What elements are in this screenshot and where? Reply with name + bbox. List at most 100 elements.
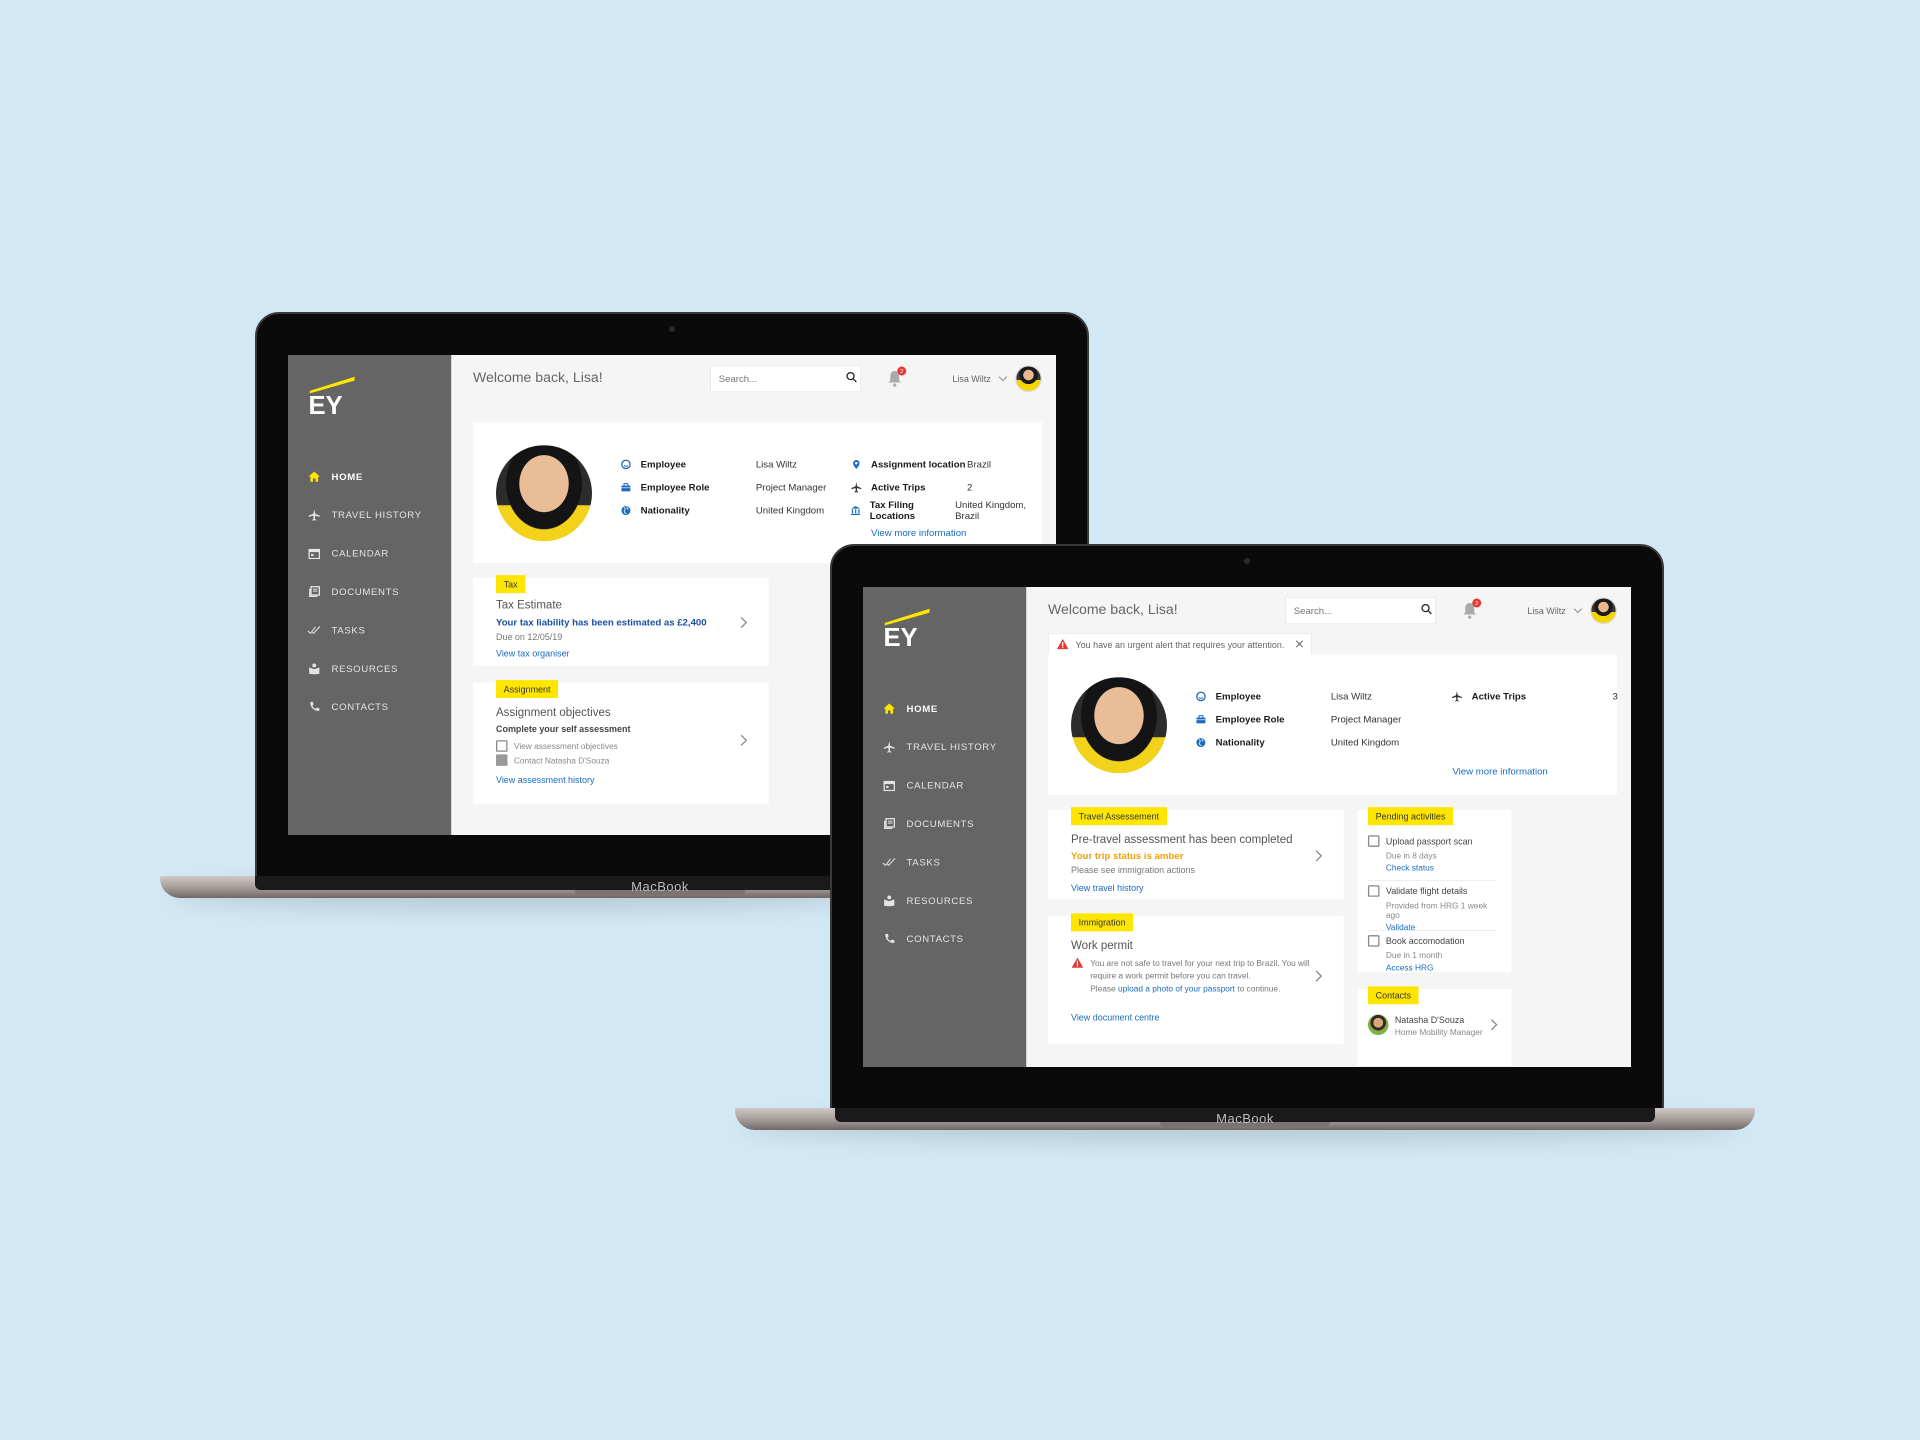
camera [669,326,675,332]
search-icon[interactable] [846,371,858,386]
chevron-right-icon[interactable] [1490,1017,1499,1032]
airplane-icon [851,482,863,494]
nav-item-documents[interactable]: DOCUMENTS [288,573,451,611]
notification-badge: 2 [897,366,907,376]
topbar: Welcome back, Lisa! 2 Lisa Wiltz [451,355,1056,405]
chevron-down-icon[interactable] [1573,606,1583,616]
info-row: Tax Filing Locations United Kingdom, Braz… [851,499,1042,522]
contacts-card: Contacts Natasha D'Souza Home Mobility M… [1357,986,1512,1066]
user-name: Lisa Wiltz [952,373,991,384]
access-hrg-link[interactable]: Access HRG [1386,963,1496,973]
info-value: Project Manager [755,482,827,493]
nav-item-resources[interactable]: RESOURCES [288,649,451,687]
nav-item-calendar[interactable]: CALENDAR [863,766,1026,804]
airplane-icon [306,507,323,524]
chevron-right-icon[interactable] [1314,848,1323,863]
pending-item-title: Book accomodation [1385,935,1465,947]
resources-icon [881,892,898,909]
smiley-icon [620,459,632,471]
view-travel-history-link[interactable]: View travel history [1071,883,1144,893]
sidebar: EY HOME TRAVEL HISTORY CALENDAR DOCUMENTS TA… [863,587,1027,1067]
avatar[interactable] [1015,365,1042,393]
location-pin-icon [851,459,863,471]
upload-passport-link[interactable]: upload a photo of your passport [1118,984,1235,994]
pending-item[interactable]: Upload passport scan Due in 8 days Check… [1367,835,1496,873]
nav-item-tasks[interactable]: TASKS [288,611,451,649]
nav-item-documents[interactable]: DOCUMENTS [863,805,1026,843]
view-tax-organiser-link[interactable]: View tax organiser [496,648,570,658]
chevron-right-icon[interactable] [739,733,748,748]
nav-item-travel-history[interactable]: TRAVEL HISTORY [863,728,1026,766]
tax-tag: Tax [496,575,526,594]
checkbox[interactable] [1367,935,1380,947]
nav-item-tasks[interactable]: TASKS [863,843,1026,881]
bell-icon[interactable]: 2 [1462,598,1482,620]
checkbox[interactable] [496,740,508,752]
tasks-icon [881,854,898,871]
contact-item[interactable]: Natasha D'Souza Home Mobility Manager [1367,1014,1483,1037]
user-menu[interactable]: Lisa Wiltz [1527,597,1617,625]
phone-icon [306,699,323,716]
search-box[interactable] [710,365,861,393]
documents-icon [306,583,323,600]
travel-sub: Please see immigration actions [1071,864,1196,875]
checkbox-checked[interactable] [496,754,508,766]
nav-item-home[interactable]: HOME [863,689,1026,727]
home-icon [306,468,323,485]
nav-item-label: CALENDAR [331,547,389,559]
info-row: Assignment location Brazil [851,453,1042,476]
pending-item-sub: Provided from HRG 1 week ago [1385,900,1488,920]
close-icon[interactable] [1296,639,1304,649]
check-status-link[interactable]: Check status [1386,863,1496,873]
view-assessment-history-link[interactable]: View assessment history [496,775,594,785]
search-icon[interactable] [1421,603,1433,618]
avatar[interactable] [1590,597,1617,625]
nav-item-resources[interactable]: RESOURCES [863,881,1026,919]
info-row: Nationality United Kingdom [1195,731,1401,754]
nav-item-contacts[interactable]: CONTACTS [288,688,451,726]
search-input[interactable] [1293,605,1422,617]
nav-item-travel-history[interactable]: TRAVEL HISTORY [288,496,451,534]
info-value: 3 [1612,691,1618,702]
view-more-information-link[interactable]: View more information [871,528,966,539]
chevron-right-icon[interactable] [739,615,748,630]
info-value: United Kingdom, Brazil [955,499,1027,522]
info-row: Employee Lisa Wiltz [620,453,826,476]
bell-icon[interactable]: 2 [887,366,907,388]
search-box[interactable] [1285,597,1436,625]
airplane-icon [1451,691,1463,703]
chevron-down-icon[interactable] [998,374,1008,384]
brand-label: MacBook [1216,1111,1274,1126]
info-row: Nationality United Kingdom [620,499,826,522]
assessment-objectives-item: View assessment objectives [513,741,618,751]
nav-item-home[interactable]: HOME [288,457,451,495]
nav-item-label: RESOURCES [331,663,399,675]
user-name: Lisa Wiltz [1527,605,1566,616]
pending-item[interactable]: Book accomodation Due in 1 month Access … [1367,935,1496,973]
nav-item-contacts[interactable]: CONTACTS [863,920,1026,958]
contacts-tag: Contacts [1367,986,1419,1005]
globe-icon [1195,737,1207,749]
checkbox[interactable] [1367,885,1380,897]
nav-item-calendar[interactable]: CALENDAR [288,534,451,572]
pending-item[interactable]: Validate flight details Provided from HR… [1367,885,1496,932]
briefcase-icon [1195,714,1207,726]
search-input[interactable] [718,373,847,385]
laptop-base: MacBook [735,1108,1755,1130]
info-key: Active Trips [1471,691,1527,702]
info-value: Brazil [967,459,992,470]
nav-list: HOME TRAVEL HISTORY CALENDAR DOCUMENTS TASKS… [288,457,451,726]
chevron-right-icon[interactable] [1314,968,1323,983]
nav-item-label: CONTACTS [906,933,964,945]
checkbox[interactable] [1367,835,1380,847]
immigration-card: Immigration Work permit You are not safe… [1047,913,1344,1044]
user-menu[interactable]: Lisa Wiltz [952,365,1042,393]
profile-info-left: Employee Lisa Wiltz Employee Role Project M… [1195,685,1401,754]
pending-item-sub: Due in 1 month [1385,950,1443,961]
warning-line-2: require a work permit before you can tra… [1090,971,1251,981]
info-row: Employee Role Project Manager [1195,708,1401,731]
view-more-information-link[interactable]: View more information [1452,766,1547,777]
view-document-centre-link[interactable]: View document centre [1071,1012,1159,1022]
ey-logo: EY [878,604,936,652]
profile-photo [1071,677,1167,774]
